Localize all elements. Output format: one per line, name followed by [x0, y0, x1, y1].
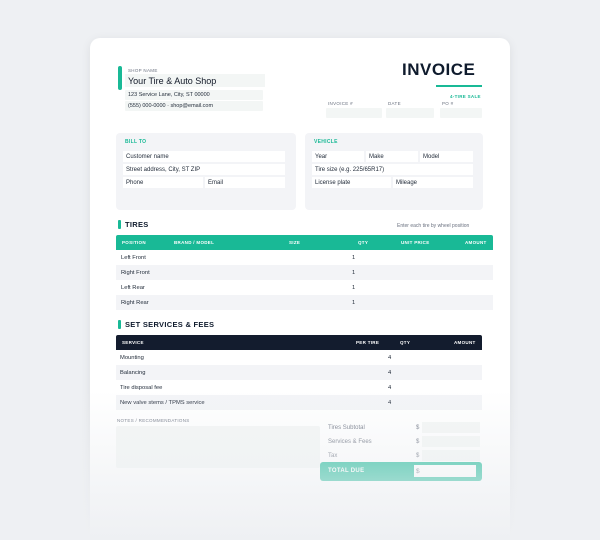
tire-qty: 1 [352, 269, 356, 276]
table-row[interactable]: Tire disposal fee 4 [116, 380, 482, 395]
tax-field[interactable] [422, 450, 480, 461]
shop-address-field[interactable]: 123 Service Lane, City, ST 00000 [125, 90, 263, 100]
phone-field[interactable]: Phone [123, 177, 203, 188]
vehicle-year-field[interactable]: Year [312, 151, 364, 162]
subtotal-field[interactable] [422, 422, 480, 433]
table-row[interactable]: Left Front 1 [116, 250, 493, 265]
table-row[interactable]: New valve stems / TPMS service 4 [116, 395, 482, 410]
table-row[interactable]: Left Rear 1 [116, 280, 493, 295]
service-qty: 4 [388, 354, 392, 361]
total-due-bar: TOTAL DUE $ [320, 462, 482, 481]
vehicle-make-field[interactable]: Make [366, 151, 418, 162]
table-row[interactable]: Right Front 1 [116, 265, 493, 280]
tire-qty: 1 [352, 299, 356, 306]
tires-hint: Enter each tire by wheel position [397, 223, 470, 229]
tires-table-header: POSITION BRAND / MODEL SIZE QTY UNIT PRI… [116, 235, 493, 250]
col-service: SERVICE [122, 340, 144, 345]
services-fees-label: Services & Fees [328, 438, 372, 445]
tire-qty: 1 [352, 254, 356, 261]
col-service-qty: QTY [400, 340, 411, 345]
service-name: Tire disposal fee [120, 384, 163, 391]
po-number-field[interactable] [440, 108, 482, 118]
shop-name-label: SHOP NAME [128, 68, 158, 73]
subtotal-row: Tires Subtotal $ [320, 420, 482, 435]
col-service-amount: AMOUNT [454, 340, 476, 345]
total-due-currency: $ [416, 467, 420, 475]
invoice-number-field[interactable] [326, 108, 382, 118]
tires-section-title: TIRES [118, 220, 149, 229]
table-row[interactable]: Mounting 4 [116, 350, 482, 365]
customer-name-field[interactable]: Customer name [123, 151, 285, 162]
invoice-title: INVOICE [402, 60, 476, 79]
vehicle-card: VEHICLE Year Make Model Tire size (e.g. … [305, 133, 483, 210]
tire-position: Left Rear [121, 284, 145, 291]
invoice-date-field[interactable] [386, 108, 434, 118]
bill-to-card: BILL TO Customer name Street address, Ci… [116, 133, 296, 210]
street-address-field[interactable]: Street address, City, ST ZIP [123, 164, 285, 175]
services-fees-field[interactable] [422, 436, 480, 447]
service-qty: 4 [388, 369, 392, 376]
subtotal-label: Tires Subtotal [328, 424, 365, 431]
header-accent-bar [118, 66, 122, 90]
mileage-field[interactable]: Mileage [393, 177, 473, 188]
notes-textarea[interactable] [116, 426, 320, 468]
email-field[interactable]: Email [205, 177, 285, 188]
service-name: Mounting [120, 354, 144, 361]
tire-size-field[interactable]: Tire size (e.g. 225/65R17) [312, 164, 473, 175]
tax-label: Tax [328, 452, 338, 459]
services-section-title: SET SERVICES & FEES [118, 320, 214, 329]
shop-name-field[interactable]: Your Tire & Auto Shop [125, 74, 265, 87]
title-underline [436, 85, 482, 87]
tire-position: Right Front [121, 269, 150, 276]
services-fees-row: Services & Fees $ [320, 434, 482, 449]
tire-position: Right Rear [121, 299, 149, 306]
service-qty: 4 [388, 384, 392, 391]
tax-row: Tax $ [320, 448, 482, 463]
total-due-label: TOTAL DUE [328, 468, 365, 474]
vehicle-label: VEHICLE [314, 139, 338, 145]
col-brand-model: BRAND / MODEL [174, 240, 215, 245]
license-plate-field[interactable]: License plate [312, 177, 391, 188]
shop-contact-field[interactable]: (555) 000-0000 · shop@email.com [125, 101, 263, 111]
table-row[interactable]: Balancing 4 [116, 365, 482, 380]
table-row[interactable]: Right Rear 1 [116, 295, 493, 310]
col-position: POSITION [122, 240, 146, 245]
invoice-subtitle: 4-TIRE SALE [450, 94, 481, 99]
col-per-tire: PER TIRE [356, 340, 380, 345]
col-unit-price: UNIT PRICE [401, 240, 430, 245]
total-due-field[interactable]: $ [414, 465, 476, 477]
notes-label: NOTES / RECOMMENDATIONS [117, 418, 190, 423]
invoice-number-label: INVOICE # [328, 101, 353, 106]
invoice-sheet: SHOP NAME Your Tire & Auto Shop 123 Serv… [90, 38, 510, 540]
tire-qty: 1 [352, 284, 356, 291]
bill-to-label: BILL TO [125, 139, 147, 145]
vehicle-model-field[interactable]: Model [420, 151, 473, 162]
col-qty: QTY [358, 240, 369, 245]
tax-currency: $ [416, 452, 420, 459]
po-number-label: PO # [442, 101, 454, 106]
subtotal-currency: $ [416, 424, 420, 431]
invoice-date-label: DATE [388, 101, 401, 106]
service-qty: 4 [388, 399, 392, 406]
services-table-header: SERVICE PER TIRE QTY AMOUNT [116, 335, 482, 350]
col-size: SIZE [289, 240, 301, 245]
service-name: Balancing [120, 369, 146, 376]
service-name: New valve stems / TPMS service [120, 399, 205, 406]
services-fees-currency: $ [416, 438, 420, 445]
col-amount: AMOUNT [465, 240, 487, 245]
tire-position: Left Front [121, 254, 146, 261]
